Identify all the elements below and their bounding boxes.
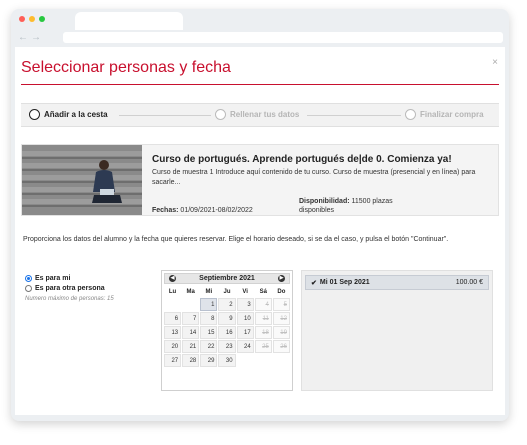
minimize-window-icon[interactable] <box>29 16 35 22</box>
maximize-window-icon[interactable] <box>39 16 45 22</box>
availability-value-2: disponibles <box>299 207 335 214</box>
calendar-header: ◀ Septiembre 2021 ▶ <box>164 273 290 284</box>
calendar-day[interactable]: 14 <box>182 326 200 339</box>
calendar-day: 18 <box>254 326 272 339</box>
calendar-day[interactable]: 7 <box>182 312 200 325</box>
step-label: Rellenar tus datos <box>230 110 300 119</box>
calendar-day: 5 <box>272 298 290 311</box>
weekday-label: Ma <box>186 289 195 295</box>
course-card: Curso de portugués. Aprende portugués de… <box>21 144 499 216</box>
calendar-empty-cell <box>237 354 254 367</box>
calendar-day: 26 <box>272 340 290 353</box>
calendar-day[interactable]: 2 <box>218 298 236 311</box>
weekday-label: Mi <box>205 289 213 295</box>
step-label: Añadir a la cesta <box>44 110 108 119</box>
calendar-empty-cell <box>273 354 290 367</box>
window-controls <box>19 16 45 22</box>
step-circle-icon <box>215 109 226 120</box>
calendar-empty-cell <box>255 354 272 367</box>
calendar-grid: Lu Ma Mi Ju Vi Sá Do 1 2 3 4 5 6 7 8 9 10 11 12 13 14 15 16 17 1… <box>164 287 290 367</box>
course-title: Curso de portugués. Aprende portugués de… <box>152 154 452 165</box>
calendar-day[interactable]: 24 <box>236 340 254 353</box>
calendar-day: 4 <box>254 298 272 311</box>
person-selector: Es para mi Es para otra persona Numero m… <box>25 275 114 302</box>
calendar-day[interactable]: 29 <box>200 354 218 367</box>
step-connector <box>307 115 401 116</box>
date-calendar: ◀ Septiembre 2021 ▶ Lu Ma Mi Ju Vi Sá Do 1 2 3 4 5 6… <box>161 270 293 391</box>
checkmark-icon: ✔ <box>311 279 317 287</box>
max-persons-note: Numero máximo de personas: 15 <box>25 296 114 302</box>
calendar-day[interactable]: 6 <box>164 312 182 325</box>
step-circle-icon <box>29 109 40 120</box>
calendar-day[interactable]: 16 <box>218 326 236 339</box>
calendar-day[interactable]: 15 <box>200 326 218 339</box>
calendar-day[interactable]: 20 <box>164 340 182 353</box>
title-divider <box>21 84 499 85</box>
radio-checked-icon[interactable] <box>25 275 32 282</box>
booking-modal: Seleccionar personas y fecha × Añadir a … <box>15 47 505 415</box>
calendar-day: 12 <box>272 312 290 325</box>
availability: Disponibilidad: 11500 plazas <box>299 198 393 205</box>
slot-price: 100.00 € <box>455 279 483 286</box>
close-icon[interactable]: × <box>492 57 498 68</box>
dates-value: 01/09/2021-08/02/2022 <box>180 207 253 214</box>
chevron-right-icon[interactable]: ▶ <box>278 275 285 282</box>
weekday-label: Do <box>277 289 286 295</box>
calendar-day[interactable]: 27 <box>164 354 182 367</box>
chevron-left-icon[interactable]: ◀ <box>169 275 176 282</box>
nav-arrows-icon[interactable]: ←→ <box>18 32 44 43</box>
calendar-month: Septiembre 2021 <box>199 275 255 282</box>
step-circle-icon <box>405 109 416 120</box>
weekday-label: Ju <box>223 289 231 295</box>
browser-tab[interactable] <box>75 12 183 30</box>
radio-label[interactable]: Es para mi <box>35 275 70 282</box>
calendar-day[interactable]: 28 <box>182 354 200 367</box>
calendar-empty-cell <box>182 298 199 311</box>
course-image <box>22 145 142 215</box>
calendar-day[interactable]: 10 <box>236 312 254 325</box>
step-label: Finalizar compra <box>420 110 484 119</box>
calendar-empty-cell <box>164 298 181 311</box>
calendar-day[interactable]: 17 <box>236 326 254 339</box>
calendar-day: 11 <box>254 312 272 325</box>
calendar-day[interactable]: 13 <box>164 326 182 339</box>
slot-date-label: Mi 01 Sep 2021 <box>319 279 370 286</box>
address-bar[interactable] <box>63 32 503 43</box>
weekday-label: Vi <box>242 289 248 295</box>
course-description: Curso de muestra 1 Introduce aquí conten… <box>152 169 476 186</box>
calendar-day[interactable]: 9 <box>218 312 236 325</box>
step-checkout: Finalizar compra <box>405 109 484 120</box>
availability-value: 11500 plazas <box>351 198 393 205</box>
radio-unchecked-icon[interactable] <box>25 285 32 292</box>
step-fill-data: Rellenar tus datos <box>215 109 299 120</box>
dates-label: Fechas: <box>152 207 179 214</box>
calendar-day: 19 <box>272 326 290 339</box>
slot-date[interactable]: ✔ Mi 01 Sep 2021 <box>311 279 370 287</box>
availability-label: Disponibilidad: <box>299 198 350 205</box>
course-dates: Fechas: 01/09/2021-08/02/2022 <box>152 207 253 214</box>
weekday-label: Lu <box>168 289 177 295</box>
radio-for-me[interactable]: Es para mi <box>25 275 114 282</box>
slot-item[interactable]: ✔ Mi 01 Sep 2021 100.00 € <box>305 275 489 290</box>
checkout-steps: Añadir a la cesta Rellenar tus datos Fin… <box>21 103 499 127</box>
calendar-day[interactable]: 30 <box>218 354 236 367</box>
calendar-day[interactable]: 1 <box>200 298 218 311</box>
step-connector <box>119 115 211 116</box>
close-window-icon[interactable] <box>19 16 25 22</box>
calendar-day[interactable]: 8 <box>200 312 218 325</box>
radio-label[interactable]: Es para otra persona <box>35 285 105 292</box>
radio-for-other[interactable]: Es para otra persona <box>25 285 114 292</box>
calendar-day[interactable]: 21 <box>182 340 200 353</box>
weekday-label: Sá <box>259 289 267 295</box>
calendar-day[interactable]: 22 <box>200 340 218 353</box>
calendar-day[interactable]: 23 <box>218 340 236 353</box>
step-add-to-cart: Añadir a la cesta <box>29 109 108 120</box>
time-slots-panel: ✔ Mi 01 Sep 2021 100.00 € <box>301 270 493 391</box>
calendar-day: 25 <box>254 340 272 353</box>
instructions-text: Proporciona los datos del alumno y la fe… <box>23 236 449 243</box>
calendar-day[interactable]: 3 <box>236 298 254 311</box>
browser-window: ←→ Seleccionar personas y fecha × Añadir… <box>11 9 509 421</box>
modal-title: Seleccionar personas y fecha <box>21 59 231 76</box>
